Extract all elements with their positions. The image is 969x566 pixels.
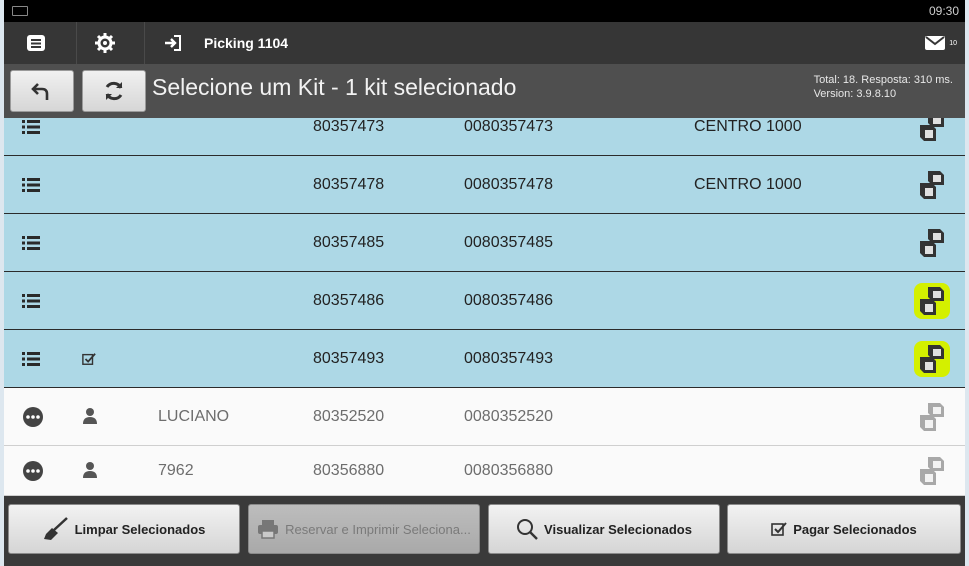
boxes-icon <box>914 167 950 208</box>
pay-selected-button[interactable]: Pagar Selecionados <box>727 504 961 554</box>
row-code: 80356880 <box>313 462 385 479</box>
refresh-button[interactable] <box>82 70 146 112</box>
row-code-full: 0080357485 <box>464 234 553 251</box>
gear-icon <box>95 33 115 53</box>
reserve-print-button[interactable]: Reservar e Imprimir Seleciona... <box>248 504 480 554</box>
view-selected-button[interactable]: Visualizar Selecionados <box>488 504 720 554</box>
row-code: 80352520 <box>313 408 385 425</box>
settings-button[interactable] <box>76 22 133 64</box>
row-code: 80357473 <box>313 118 385 135</box>
boxes-icon <box>914 453 950 494</box>
row-code-full: 0080357493 <box>464 350 553 367</box>
pay-selected-label: Pagar Selecionados <box>793 521 917 537</box>
table-row[interactable]: LUCIANO 80352520 0080352520 <box>4 388 965 446</box>
clear-selected-label: Limpar Selecionados <box>74 521 206 537</box>
version-text: Version: 3.9.8.10 <box>813 88 897 100</box>
row-code: 80357493 <box>313 350 385 367</box>
action-bar: Picking 1104 10 <box>4 22 965 64</box>
table-row[interactable]: 80357478 0080357478 CENTRO 1000 <box>4 156 965 214</box>
footer-toolbar: Limpar Selecionados Reservar e Imprimir … <box>4 496 965 566</box>
row-code-full: 0080357486 <box>464 292 553 309</box>
status-bar: 09:30 <box>4 0 965 22</box>
table-row[interactable]: 80357473 0080357473 CENTRO 1000 <box>4 118 965 156</box>
sign-in-icon <box>165 35 181 51</box>
undo-icon <box>31 83 49 100</box>
user-icon <box>82 407 98 430</box>
clear-selected-button[interactable]: Limpar Selecionados <box>8 504 240 554</box>
app-title: Picking 1104 <box>204 35 289 51</box>
refresh-icon <box>105 81 123 101</box>
keyboard-icon <box>12 6 28 16</box>
search-icon <box>517 519 538 540</box>
boxes-icon <box>914 399 950 440</box>
printer-icon <box>258 520 279 539</box>
boxes-icon <box>914 283 950 324</box>
boxes-icon <box>914 225 950 266</box>
table-row[interactable]: 80357493 0080357493 <box>4 330 965 388</box>
boxes-icon <box>914 341 950 382</box>
check-square-icon <box>771 522 787 536</box>
messages-button[interactable]: 10 <box>924 22 957 64</box>
ellipsis-circle-icon[interactable] <box>22 460 44 487</box>
menu-button[interactable] <box>8 22 64 64</box>
list-icon[interactable] <box>22 351 40 372</box>
row-code-full: 0080357473 <box>464 118 553 135</box>
list-alt-icon <box>27 35 45 51</box>
row-code: 80357478 <box>313 176 385 193</box>
list-icon[interactable] <box>22 293 40 314</box>
kit-list[interactable]: 80357473 0080357473 CENTRO 1000 80357478 008… <box>4 118 965 496</box>
back-button[interactable] <box>10 70 74 112</box>
row-code: 80357486 <box>313 292 385 309</box>
table-row[interactable]: 80357485 0080357485 <box>4 214 965 272</box>
row-code-full: 0080356880 <box>464 462 553 479</box>
page-title: Selecione um Kit - 1 kit selecionado <box>152 74 517 100</box>
app-window: 09:30 Picking 1104 10 Selecione um Kit -… <box>4 0 965 566</box>
boxes-icon <box>914 118 950 150</box>
total-response-text: Total: 18. Resposta: 310 ms. <box>813 74 953 86</box>
row-centro: CENTRO 1000 <box>694 176 802 193</box>
list-icon[interactable] <box>22 235 40 256</box>
broom-icon <box>43 517 68 540</box>
message-count: 10 <box>949 39 957 47</box>
table-row[interactable]: 80357486 0080357486 <box>4 272 965 330</box>
sub-header: Selecione um Kit - 1 kit selecionado Tot… <box>4 64 965 118</box>
request-info: Total: 18. Resposta: 310 ms. Version: 3.… <box>814 73 953 101</box>
ellipsis-circle-icon[interactable] <box>22 406 44 433</box>
row-name: LUCIANO <box>158 408 230 425</box>
reserve-print-label: Reservar e Imprimir Seleciona... <box>285 521 471 537</box>
row-code: 80357485 <box>313 234 385 251</box>
row-code-full: 0080357478 <box>464 176 553 193</box>
user-icon <box>82 461 98 484</box>
check-square-icon <box>82 352 96 371</box>
list-icon[interactable] <box>22 119 40 140</box>
list-icon[interactable] <box>22 177 40 198</box>
row-name: 7962 <box>158 462 194 479</box>
view-selected-label: Visualizar Selecionados <box>544 521 692 537</box>
envelope-icon <box>925 36 946 50</box>
table-row[interactable]: 7962 80356880 0080356880 <box>4 446 965 496</box>
clock: 09:30 <box>928 4 959 18</box>
row-centro: CENTRO 1000 <box>694 118 802 135</box>
row-code-full: 0080352520 <box>464 408 553 425</box>
logout-button[interactable] <box>144 22 201 64</box>
